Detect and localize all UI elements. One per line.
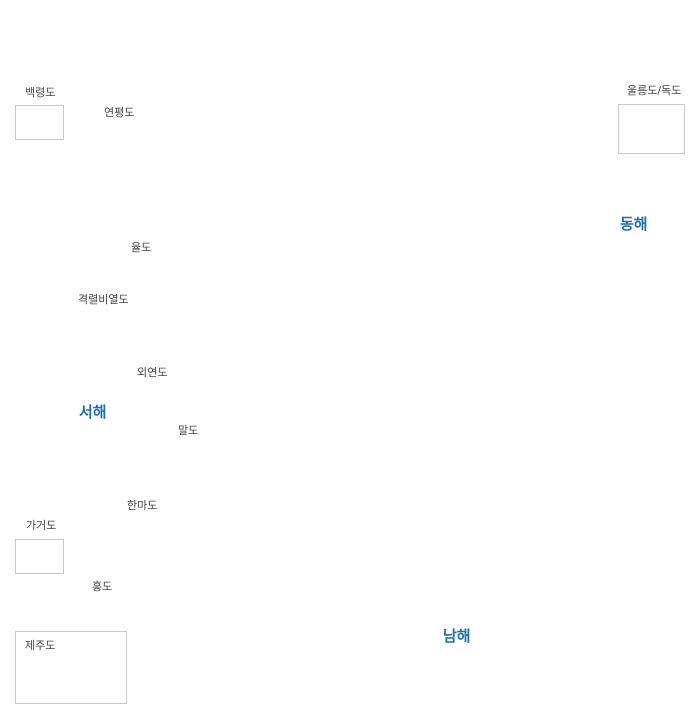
label-jejudo: 제주도 bbox=[25, 639, 56, 652]
sea-label-east: 동해 bbox=[620, 215, 648, 233]
label-yuldo: 율도 bbox=[131, 241, 152, 254]
inset-ulleungdo-dokdo bbox=[618, 104, 685, 154]
label-maldo: 말도 bbox=[178, 424, 199, 437]
inset-baengnyeongdo bbox=[15, 105, 64, 140]
label-hanmado: 한마도 bbox=[127, 499, 158, 512]
label-ulleungdo-dokdo: 울릉도/독도 bbox=[627, 84, 682, 97]
sea-label-south: 남해 bbox=[443, 627, 471, 645]
label-gyeongnyeolbiyeoldo: 격렬비열도 bbox=[78, 293, 129, 306]
sea-label-west: 서해 bbox=[79, 403, 107, 421]
label-gageodo: 가거도 bbox=[26, 519, 57, 532]
label-oeyeondo: 외연도 bbox=[137, 366, 168, 379]
map-canvas: 백령도 연평도 울릉도/독도 동해 율도 격렬비열도 외연도 서해 말도 한마도… bbox=[0, 0, 700, 705]
inset-jejudo: 제주도 bbox=[15, 631, 127, 704]
label-hongdo: 홍도 bbox=[92, 580, 113, 593]
inset-gageodo bbox=[15, 539, 64, 574]
label-yeonpyeongdo: 연평도 bbox=[104, 106, 135, 119]
label-baengnyeongdo: 백령도 bbox=[25, 86, 56, 99]
